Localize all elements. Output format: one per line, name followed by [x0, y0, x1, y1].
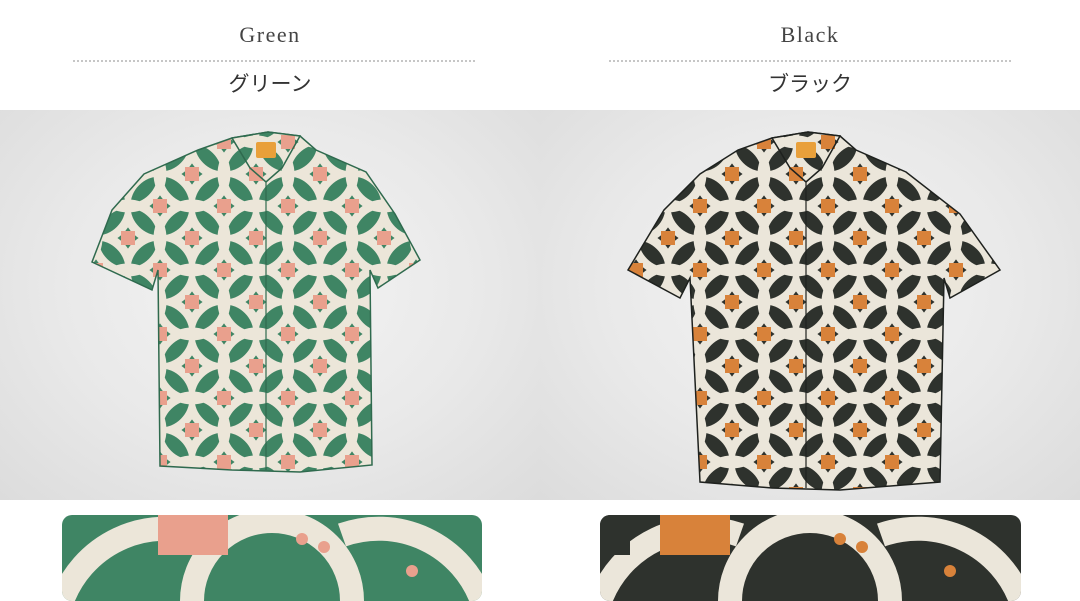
- fabric-closeup: [62, 515, 482, 601]
- variant-black: Black ブラック: [540, 0, 1080, 601]
- shirt-image: [91, 131, 421, 473]
- variant-green: Green グリーン: [0, 0, 540, 601]
- dotted-divider: [73, 60, 475, 62]
- variant-name-en: Green: [239, 22, 301, 47]
- shirt-photo: [0, 110, 540, 500]
- fabric-closeup-image: [600, 515, 1021, 601]
- shirt-image: [626, 131, 1002, 491]
- fabric-closeup-image: [62, 515, 482, 601]
- dotted-divider: [609, 60, 1011, 62]
- fabric-closeup: [600, 515, 1021, 601]
- variant-name-en: Black: [780, 22, 840, 47]
- variant-name-jp: ブラック: [768, 72, 852, 96]
- variant-name-jp: グリーン: [228, 72, 312, 96]
- color-variants-page: Green グリーン Black ブラック: [0, 0, 1080, 601]
- shirt-photo: [540, 110, 1080, 500]
